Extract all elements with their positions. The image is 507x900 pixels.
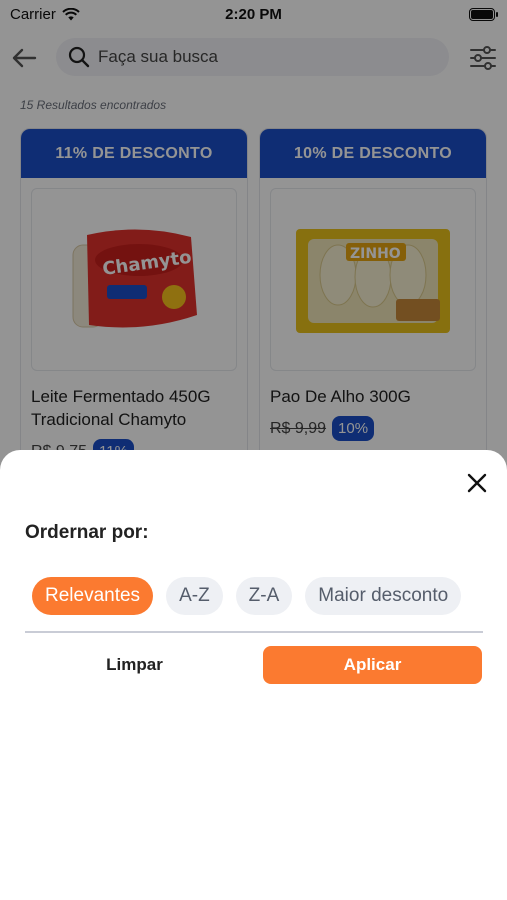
sort-option-a-z[interactable]: A-Z [166, 577, 223, 615]
sort-option-relevantes[interactable]: Relevantes [32, 577, 154, 615]
sort-option-maior-desconto[interactable]: Maior desconto [305, 577, 462, 615]
divider [25, 631, 483, 633]
clear-button[interactable]: Limpar [25, 646, 244, 684]
close-button[interactable] [462, 468, 492, 498]
apply-button[interactable]: Aplicar [263, 646, 482, 684]
sort-title: Ordernar por: [25, 522, 149, 543]
sort-options: Relevantes A-Z Z-A Maior desconto [32, 577, 482, 617]
sort-bottom-sheet: Ordernar por: Relevantes A-Z Z-A Maior d… [0, 450, 507, 900]
close-icon [467, 473, 487, 493]
sort-option-z-a[interactable]: Z-A [235, 577, 293, 615]
